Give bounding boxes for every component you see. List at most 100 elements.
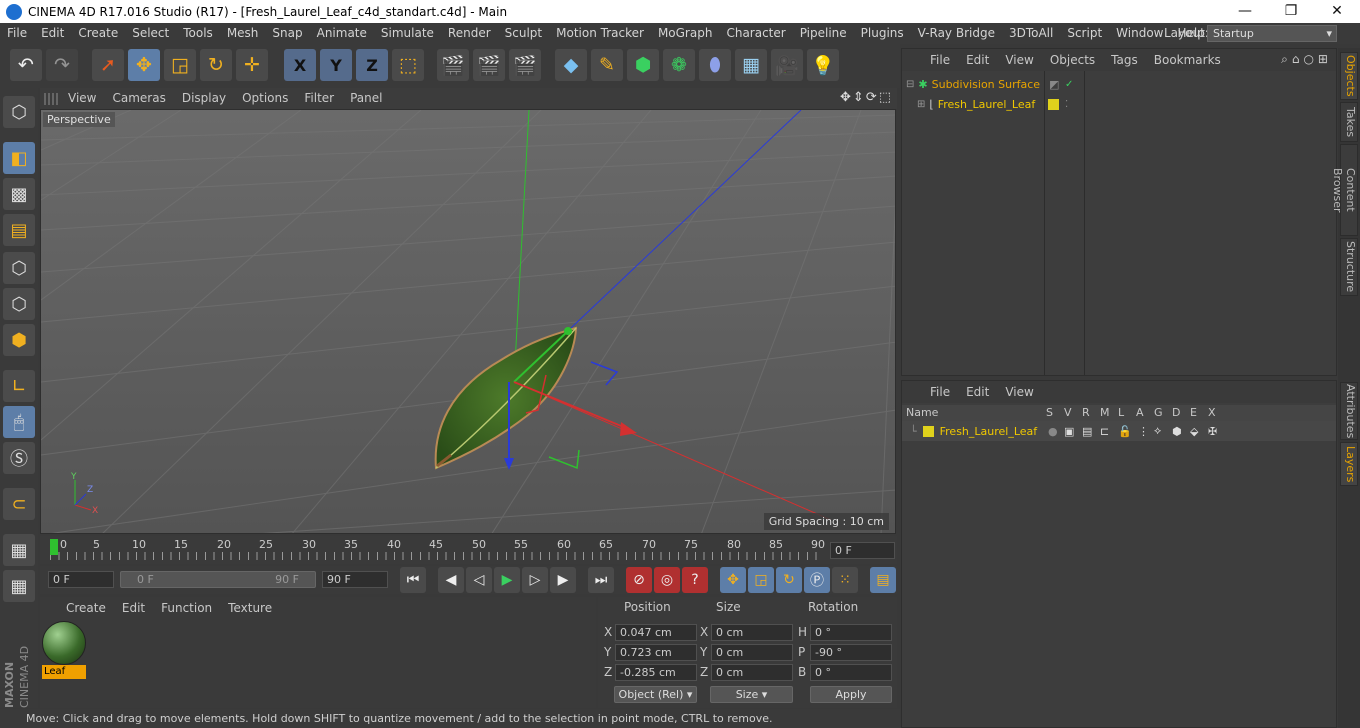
column-name[interactable]: Name [906, 405, 938, 421]
pos-x-field[interactable]: 0.047 cm [615, 624, 697, 641]
viewport-3d[interactable]: Y Z X Perspective Grid Spacing : 10 cm [40, 109, 896, 534]
tab-structure[interactable]: Structure [1340, 238, 1358, 296]
tab-objects[interactable]: Objects [1340, 52, 1358, 100]
axis-mode-button[interactable]: ∟ [3, 370, 35, 402]
move-tool-button[interactable]: ✥ [128, 49, 160, 81]
apply-button[interactable]: Apply [810, 686, 892, 703]
column-render[interactable]: R [1082, 405, 1090, 421]
layer-color-tag[interactable] [1048, 98, 1059, 110]
column-solo[interactable]: S [1046, 405, 1053, 421]
objects-menu-file[interactable]: File [922, 53, 958, 67]
material-swatch-leaf[interactable]: Leaf [42, 621, 86, 679]
generator-icon[interactable]: ⟡ [1154, 424, 1161, 438]
timeline-window-button[interactable]: ▤ [870, 567, 896, 593]
render-clapper-icon[interactable]: ▤ [1082, 425, 1092, 438]
menu-window[interactable]: Window [1109, 23, 1170, 44]
layers-menu-file[interactable]: File [922, 385, 958, 399]
search-icon[interactable]: ⌕⌂○⊞ [1281, 52, 1332, 67]
deformer-icon[interactable]: ⬢ [1172, 425, 1182, 438]
menu-plugins[interactable]: Plugins [854, 23, 911, 44]
rot-b-field[interactable]: 0 ° [810, 664, 892, 681]
playhead-marker[interactable] [50, 539, 58, 555]
model-mode-button[interactable]: ◧ [3, 142, 35, 174]
point-level-key-button[interactable]: ⁙ [832, 567, 858, 593]
menu-create[interactable]: Create [71, 23, 125, 44]
menu-3dtoall[interactable]: 3DToAll [1002, 23, 1060, 44]
layer-row[interactable]: └ Fresh_Laurel_Leaf ● ▣ ▤ ⊏ 🔓 ⋮ ⟡ ⬢ ⬙ ✠ [902, 421, 1336, 441]
pen-spline-button[interactable]: ✎ [591, 49, 623, 81]
layer-name[interactable]: Fresh_Laurel_Leaf [940, 425, 1038, 438]
z-axis-button[interactable]: Z [356, 49, 388, 81]
object-name[interactable]: Fresh_Laurel_Leaf [938, 98, 1036, 111]
column-deformers[interactable]: D [1172, 405, 1180, 421]
menu-select[interactable]: Select [125, 23, 176, 44]
layer-color-swatch[interactable] [922, 425, 934, 437]
scale-tool-button[interactable]: ◲ [164, 49, 196, 81]
menu-mograph[interactable]: MoGraph [651, 23, 720, 44]
objects-menu-objects[interactable]: Objects [1042, 53, 1103, 67]
objects-menu-view[interactable]: View [997, 53, 1041, 67]
rot-h-field[interactable]: 0 ° [810, 624, 892, 641]
cloner-button[interactable]: ❁ [663, 49, 695, 81]
undo-button[interactable]: ↶ [10, 49, 42, 81]
minimize-button[interactable]: — [1222, 0, 1268, 23]
cube-button[interactable]: ◆ [555, 49, 587, 81]
tab-attributes[interactable]: Attributes [1340, 382, 1358, 440]
workplane-align-button[interactable]: ▦ [3, 570, 35, 602]
object-row-leaf[interactable]: ⊞ ⌊ Fresh_Laurel_Leaf ⁚ [902, 94, 1336, 114]
light-button[interactable]: 💡 [807, 49, 839, 81]
lock-icon[interactable]: 🔓 [1118, 425, 1132, 438]
viewport-menu-filter[interactable]: Filter [296, 88, 342, 109]
autokeying-button[interactable]: ◎ [654, 567, 680, 593]
solo-dot-icon[interactable]: ● [1048, 425, 1058, 438]
xref-icon[interactable]: ✠ [1208, 425, 1217, 438]
material-menu-create[interactable]: Create [58, 601, 114, 615]
solo-button[interactable]: Ⓢ [3, 442, 35, 474]
viewport-menu-cameras[interactable]: Cameras [104, 88, 173, 109]
make-editable-button[interactable]: ⬡ [3, 96, 35, 128]
size-y-field[interactable]: 0 cm [711, 644, 793, 661]
animation-icon[interactable]: ⋮ [1138, 425, 1149, 438]
layout-select[interactable]: Startup ▾ [1207, 25, 1337, 42]
size-mode-select[interactable]: Size ▾ [710, 686, 793, 703]
collapse-icon[interactable]: ⊟ [906, 79, 914, 90]
menu-simulate[interactable]: Simulate [374, 23, 441, 44]
viewport-menu-options[interactable]: Options [234, 88, 296, 109]
objects-menu-tags[interactable]: Tags [1103, 53, 1146, 67]
redo-button[interactable]: ↷ [46, 49, 78, 81]
material-menu-edit[interactable]: Edit [114, 601, 153, 615]
objects-menu-bookmarks[interactable]: Bookmarks [1146, 53, 1229, 67]
go-to-end-button[interactable]: ⏭ [588, 567, 614, 593]
workplane-mode-button[interactable]: ▤ [3, 214, 35, 246]
rot-p-field[interactable]: -90 ° [810, 644, 892, 661]
keyframe-selection-button[interactable]: ? [682, 567, 708, 593]
maximize-button[interactable]: ❐ [1268, 0, 1314, 23]
menu-render[interactable]: Render [441, 23, 498, 44]
menu-file[interactable]: File [0, 23, 34, 44]
object-name[interactable]: Subdivision Surface [932, 78, 1040, 91]
render-view-button[interactable]: 🎬 [437, 49, 469, 81]
material-menu-function[interactable]: Function [153, 601, 220, 615]
editor-visibility-icon[interactable]: ◩ [1049, 78, 1059, 91]
menu-animate[interactable]: Animate [310, 23, 374, 44]
size-z-field[interactable]: 0 cm [711, 664, 793, 681]
x-axis-button[interactable]: X [284, 49, 316, 81]
texture-mode-button[interactable]: ▩ [3, 178, 35, 210]
viewport-nav-icons[interactable]: ✥⇕⟳⬚ [840, 90, 893, 105]
viewport-menu-panel[interactable]: Panel [342, 88, 390, 109]
tab-layers[interactable]: Layers [1340, 442, 1358, 486]
play-button[interactable]: ▶ [494, 567, 520, 593]
menu-snap[interactable]: Snap [265, 23, 309, 44]
layers-menu-view[interactable]: View [997, 385, 1041, 399]
pos-y-field[interactable]: 0.723 cm [615, 644, 697, 661]
floor-button[interactable]: ▦ [735, 49, 767, 81]
menu-edit[interactable]: Edit [34, 23, 71, 44]
render-picture-viewer-button[interactable]: 🎬 [473, 49, 505, 81]
column-view[interactable]: V [1064, 405, 1072, 421]
y-axis-button[interactable]: Y [320, 49, 352, 81]
coordinate-mode-select[interactable]: Object (Rel) ▾ [614, 686, 697, 703]
object-row-subdivision[interactable]: ⊟ ✱ Subdivision Surface ◩ ✓ [902, 74, 1336, 94]
menu-mesh[interactable]: Mesh [220, 23, 266, 44]
camera-button[interactable]: 🎥 [771, 49, 803, 81]
menu-pipeline[interactable]: Pipeline [793, 23, 854, 44]
